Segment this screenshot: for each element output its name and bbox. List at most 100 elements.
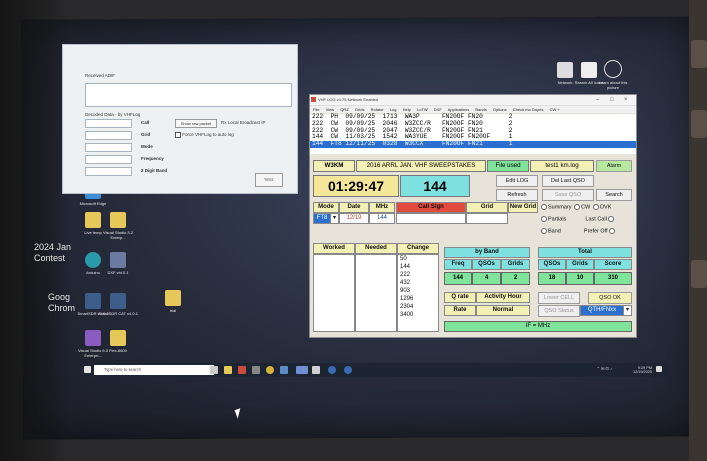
- menu-dupes[interactable]: Check mo Dupes: [513, 107, 544, 112]
- app-icon[interactable]: [280, 366, 288, 374]
- list-item[interactable]: 903: [398, 287, 438, 295]
- alarm-button[interactable]: Alarm: [596, 160, 632, 172]
- app-icon[interactable]: [328, 366, 336, 374]
- mhz-header: MHz: [369, 202, 395, 213]
- notification-icon[interactable]: [656, 366, 662, 372]
- list-item[interactable]: 2304: [398, 303, 438, 311]
- edit-log-button[interactable]: Edit LOG: [496, 175, 538, 187]
- force-autolog-checkbox[interactable]: Force VHFLog to auto log: [175, 132, 234, 138]
- radio-icon[interactable]: [541, 204, 547, 210]
- menu-grids[interactable]: Grids: [355, 107, 365, 112]
- desktop-icon-trial[interactable]: trial: [153, 290, 193, 313]
- frequency-field[interactable]: [85, 155, 132, 164]
- del-last-qso-button[interactable]: Del Last QSO: [542, 175, 594, 187]
- menu-cw[interactable]: CW +: [550, 107, 560, 112]
- start-icon[interactable]: [84, 366, 91, 373]
- mhz-field[interactable]: 144: [369, 213, 395, 224]
- needed-list[interactable]: [355, 254, 397, 332]
- app-icon[interactable]: [312, 366, 320, 374]
- worked-list[interactable]: [313, 254, 355, 332]
- menu-applications[interactable]: Applications: [448, 107, 470, 112]
- radio-group-2[interactable]: Partials Last Call: [540, 216, 615, 222]
- radio-group-3[interactable]: Band Prefer Off: [540, 228, 616, 234]
- normal-label: Normal: [476, 305, 530, 316]
- listen-text: Rx Local Broadcast IP: [221, 120, 266, 125]
- radio-icon[interactable]: [574, 204, 581, 210]
- freq-header: Freq: [444, 259, 472, 270]
- menu-file[interactable]: File: [313, 107, 319, 112]
- mode-field[interactable]: [85, 143, 132, 152]
- menu-bands[interactable]: Bands: [475, 107, 486, 112]
- app-icon[interactable]: [344, 366, 352, 374]
- side-label-chrome: Goog Chrom: [48, 292, 76, 313]
- radio-icon[interactable]: [592, 204, 599, 210]
- decoded-data-label: Decoded Data - by VHFLog: [85, 112, 141, 117]
- callsign-box[interactable]: W3KM: [313, 160, 355, 172]
- menu-dxf[interactable]: DXF: [434, 107, 442, 112]
- grid-field[interactable]: [85, 131, 132, 140]
- band-grids-value: 2: [501, 272, 530, 285]
- received-adif-box[interactable]: [85, 83, 292, 107]
- minimize-icon[interactable]: –: [596, 95, 599, 105]
- menu-help[interactable]: Help: [403, 107, 411, 112]
- grid-input[interactable]: [466, 213, 508, 224]
- lower-cell-button[interactable]: Lower CELL: [538, 292, 580, 304]
- task-view-icon[interactable]: [210, 366, 218, 374]
- band-field[interactable]: [85, 167, 132, 176]
- radio-icon[interactable]: [541, 216, 547, 222]
- change-list[interactable]: 50 144 222 432 903 1296 2304 3400: [397, 254, 439, 332]
- desktop-icon-smartsdr-cat[interactable]: SmartSDR CAT v4.0.1: [98, 293, 138, 316]
- log-row-selected[interactable]: 144 FT8 12/11/25 0328 W3CCX FN20OF FN21 …: [310, 140, 636, 148]
- radio-icon[interactable]: [607, 216, 614, 222]
- total-header: Total: [538, 247, 632, 258]
- store-icon[interactable]: [238, 366, 246, 374]
- qth-select[interactable]: QTH/FNxx: [580, 305, 624, 316]
- radio-group-1[interactable]: Summary CW OVK: [540, 204, 611, 210]
- list-item[interactable]: 144: [398, 263, 438, 271]
- desktop-icon-dxf[interactable]: DXF vhl.0.1: [98, 252, 138, 275]
- save-qso-button[interactable]: Save QSO: [542, 189, 594, 201]
- clock[interactable]: 9:29 PM 12/19/2025: [612, 366, 652, 374]
- date-field[interactable]: 12/19: [339, 213, 369, 224]
- qth-dropdown-icon[interactable]: ▾: [623, 305, 632, 316]
- qso-log-list[interactable]: 222 PH 09/09/25 1713 WA3P FN20OF FN20 2 …: [310, 113, 636, 154]
- mode-field[interactable]: FT8: [313, 213, 331, 224]
- qso-ok-button[interactable]: QSO OK: [588, 292, 632, 304]
- menu-qrz[interactable]: QRZ: [340, 107, 348, 112]
- list-item[interactable]: 50: [398, 255, 438, 263]
- frequency-label: Frequency: [141, 156, 164, 161]
- chrome-icon[interactable]: [266, 366, 274, 374]
- show-raw-packet-button[interactable]: Show raw packet: [175, 119, 217, 128]
- list-item[interactable]: 432: [398, 279, 438, 287]
- taskbar-search-input[interactable]: Type here to search: [94, 365, 214, 375]
- list-item[interactable]: 3400: [398, 311, 438, 319]
- refresh-button[interactable]: Refresh: [496, 189, 538, 201]
- search-button[interactable]: Search: [596, 189, 632, 201]
- call-sign-input[interactable]: [396, 213, 466, 224]
- menu-options[interactable]: Options: [493, 107, 507, 112]
- desktop-icon-visual-studio[interactable]: Visual Studio 3.2 Enterp...: [98, 212, 138, 240]
- tray-date: 12/19/2025: [632, 370, 652, 374]
- close-icon[interactable]: ×: [624, 95, 628, 105]
- mode-label: Mode: [141, 144, 153, 149]
- menu-lotw[interactable]: LoTW: [417, 107, 428, 112]
- mail-icon[interactable]: [252, 366, 260, 374]
- call-field[interactable]: [85, 119, 132, 128]
- desktop-icon-learn[interactable]: Learn about this picture: [593, 60, 633, 90]
- mode-dropdown-icon[interactable]: ▾: [330, 213, 339, 224]
- test-button[interactable]: TEST: [255, 173, 283, 187]
- desktop-icon-flex[interactable]: Flex-6600: [98, 330, 138, 353]
- menu-log[interactable]: Log: [390, 107, 397, 112]
- menu-view[interactable]: View: [326, 107, 335, 112]
- vhf-log-taskbar-icon[interactable]: [296, 366, 308, 374]
- radio-icon[interactable]: [608, 228, 615, 234]
- total-score-value: 310: [594, 272, 632, 285]
- camera-icon: [604, 60, 622, 78]
- list-item[interactable]: 222: [398, 271, 438, 279]
- menu-rotator[interactable]: Rotator: [371, 107, 384, 112]
- radio-icon[interactable]: [541, 228, 547, 234]
- list-item[interactable]: 1296: [398, 295, 438, 303]
- call-label: Call: [141, 120, 150, 125]
- file-explorer-icon[interactable]: [224, 366, 232, 374]
- maximize-icon[interactable]: □: [610, 95, 614, 105]
